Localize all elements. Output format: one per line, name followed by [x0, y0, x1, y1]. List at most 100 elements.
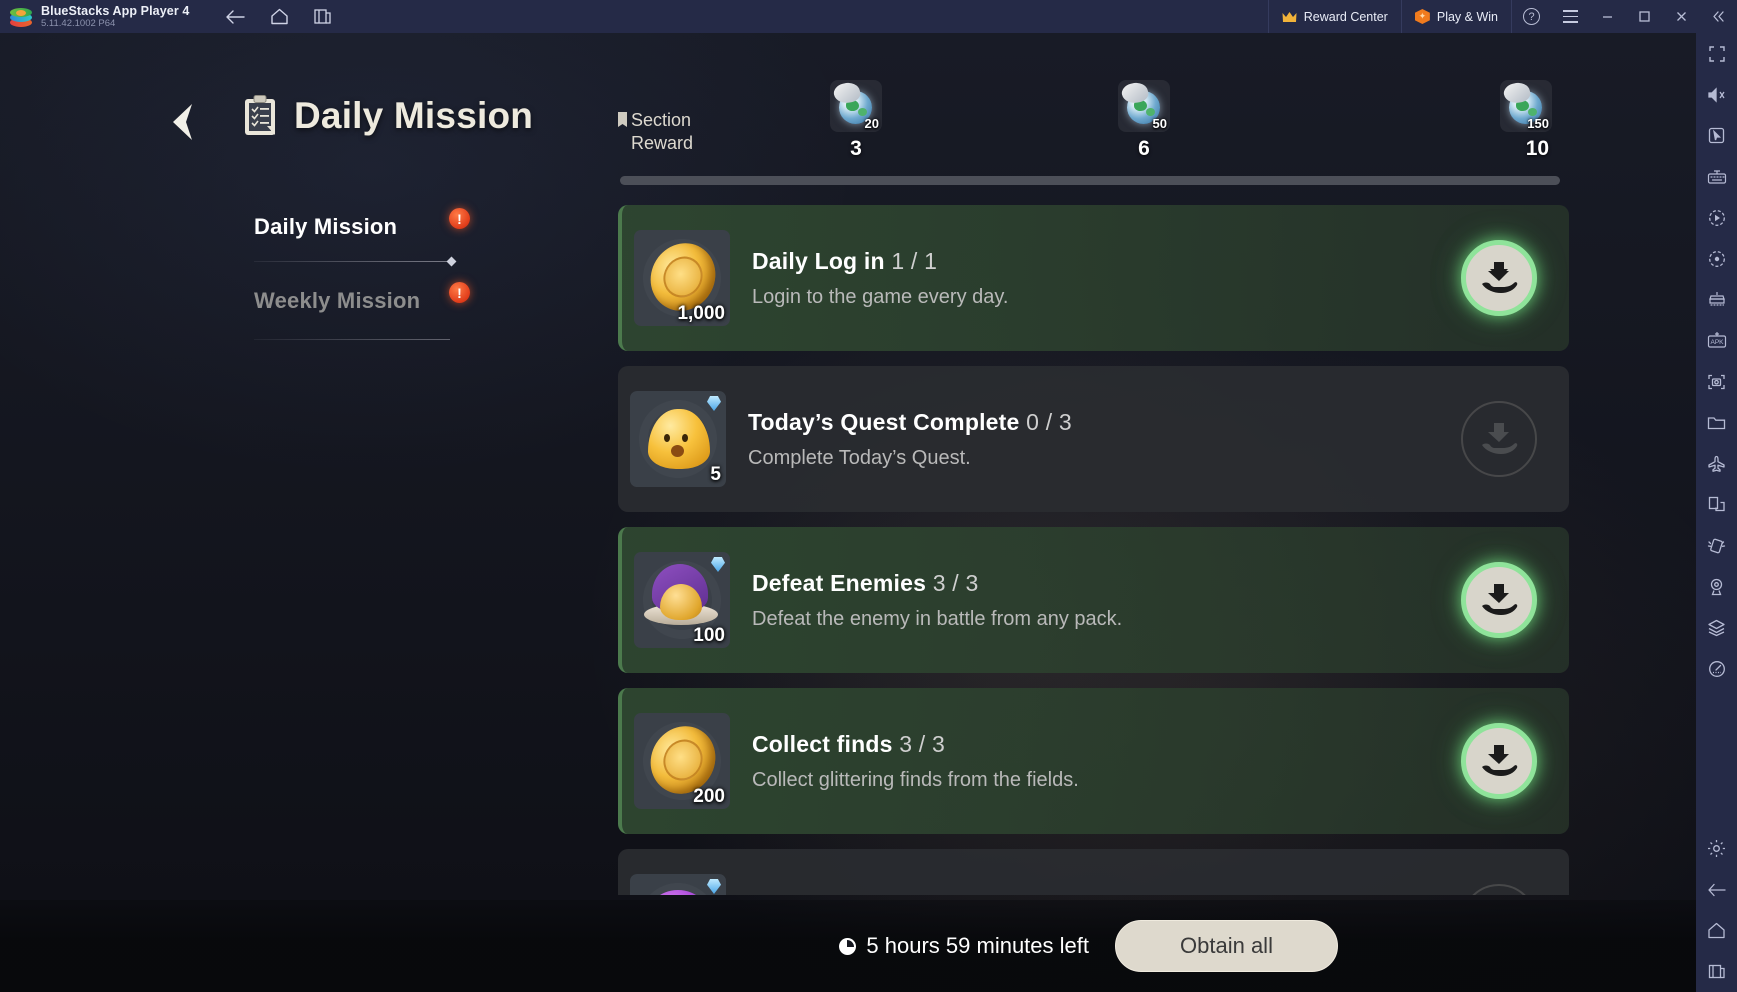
claim-reward-button	[1461, 401, 1537, 477]
title-bar: BlueStacks App Player 4 5.11.42.1002 P64…	[0, 0, 1737, 33]
claim-reward-button	[1461, 884, 1537, 895]
mute-icon[interactable]	[1696, 74, 1737, 115]
play-and-win-button[interactable]: ✦ Play & Win	[1400, 0, 1511, 33]
reward-quantity: 100	[693, 625, 725, 646]
screen-record-icon[interactable]	[1696, 238, 1737, 279]
mission-row[interactable]: 5 Today’s Quest Complete 0 / 3 Complete …	[618, 366, 1569, 512]
back-icon[interactable]	[1696, 869, 1737, 910]
app-title-block: BlueStacks App Player 4 5.11.42.1002 P64	[41, 4, 189, 30]
titlebar-nav-group	[225, 7, 333, 27]
progress-bar-background	[620, 176, 1560, 185]
world-orb-icon: 150	[1500, 80, 1552, 132]
section-reward-label: Section Reward	[618, 109, 723, 155]
fullscreen-icon[interactable]	[1696, 33, 1737, 74]
claim-reward-button[interactable]	[1461, 562, 1537, 638]
claim-reward-button[interactable]	[1461, 723, 1537, 799]
alert-badge-icon: !	[449, 208, 470, 229]
wizard-hat-icon	[644, 562, 718, 634]
recents-icon[interactable]	[1696, 951, 1737, 992]
milestone-3[interactable]: 150 10	[1500, 80, 1552, 160]
hamburger-icon	[1562, 8, 1578, 25]
mission-title: Daily Log in	[752, 247, 885, 274]
obtain-all-button[interactable]: Obtain all	[1115, 920, 1338, 972]
mission-reward-thumbnail: 100	[634, 552, 730, 648]
mission-title: Defeat Enemies	[752, 569, 927, 596]
mission-description: Login to the game every day.	[752, 285, 1009, 308]
tab-weekly-mission[interactable]: Weekly Mission !	[254, 279, 470, 323]
mission-description: Collect glittering finds from the fields…	[752, 768, 1079, 791]
clock-icon	[839, 937, 857, 955]
mission-reward-thumbnail: 200	[634, 713, 730, 809]
mission-row[interactable]: 1,000 Daily Log in 1 / 1 Login to the ga…	[618, 205, 1569, 351]
back-icon[interactable]	[225, 7, 246, 27]
section-reward-line2: Reward	[631, 133, 694, 153]
game-controls-icon[interactable]	[1696, 279, 1737, 320]
home-icon[interactable]	[1696, 910, 1737, 951]
tab-daily-mission[interactable]: Daily Mission !	[254, 205, 470, 249]
mission-row[interactable]: 200 Collect finds 3 / 3 Collect glitteri…	[618, 688, 1569, 834]
mission-description: Defeat the enemy in battle from any pack…	[752, 607, 1123, 630]
tab-underline	[254, 339, 450, 340]
crown-icon	[1282, 11, 1297, 23]
close-button[interactable]	[1663, 0, 1700, 33]
mission-description: Complete Today’s Quest.	[748, 446, 971, 469]
tab-daily-mission-label: Daily Mission	[254, 214, 398, 239]
collapse-sidebar-button[interactable]	[1700, 0, 1737, 33]
mission-title-row: Collect finds 3 / 3	[752, 731, 1461, 758]
macro-record-icon[interactable]	[1696, 197, 1737, 238]
help-button[interactable]: ?	[1511, 0, 1551, 33]
milestone-count: 6	[1138, 137, 1150, 160]
home-icon[interactable]	[269, 7, 289, 27]
cursor-icon[interactable]	[1696, 115, 1737, 156]
install-apk-icon[interactable]: APK	[1696, 320, 1737, 361]
bookmark-icon	[618, 112, 627, 127]
performance-icon[interactable]	[1696, 648, 1737, 689]
mission-text: Daily Log in 1 / 1 Login to the game eve…	[752, 248, 1461, 309]
play-and-win-label: Play & Win	[1436, 9, 1498, 24]
mission-title-row: Daily Log in 1 / 1	[752, 248, 1461, 275]
milestone-1[interactable]: 20 3	[830, 80, 882, 160]
layers-icon[interactable]	[1696, 607, 1737, 648]
bluestacks-window: BlueStacks App Player 4 5.11.42.1002 P64…	[0, 0, 1737, 992]
section-reward-track: 20 3 50 6 150 10	[620, 80, 1560, 185]
mission-progress: 1 / 1	[891, 247, 938, 274]
location-icon[interactable]	[1696, 566, 1737, 607]
menu-button[interactable]	[1551, 0, 1589, 33]
media-manager-icon[interactable]	[1696, 402, 1737, 443]
multi-window-icon[interactable]	[1696, 484, 1737, 525]
milestone-qty: 50	[1152, 116, 1167, 131]
mission-text: Today’s Quest Complete 0 / 3 Complete To…	[748, 409, 1461, 470]
back-button[interactable]	[166, 101, 200, 143]
airplane-icon[interactable]	[1696, 443, 1737, 484]
reward-center-button[interactable]: Reward Center	[1267, 0, 1401, 33]
mission-progress: 3 / 3	[899, 730, 945, 757]
keyboard-controls-icon[interactable]	[1696, 156, 1737, 197]
world-orb-icon: 20	[830, 80, 882, 132]
mission-text: Collect finds 3 / 3 Collect glittering f…	[752, 731, 1461, 792]
maximize-button[interactable]	[1626, 0, 1663, 33]
mission-row[interactable]: 100 Defeat Enemies 3 / 3 Defeat the enem…	[618, 527, 1569, 673]
mission-tabs: Daily Mission ! Weekly Mission !	[254, 205, 470, 340]
claim-hand-icon	[1482, 261, 1518, 293]
bluestacks-sidebar: APK	[1696, 33, 1737, 992]
milestone-2[interactable]: 50 6	[1118, 80, 1170, 160]
mission-title: Collect finds	[752, 730, 893, 757]
page-title: Daily Mission	[294, 95, 534, 136]
clipboard-icon	[243, 95, 277, 137]
shake-icon[interactable]	[1696, 525, 1737, 566]
milestone-qty: 150	[1527, 116, 1549, 131]
mission-progress: 0 / 3	[1026, 408, 1072, 435]
reward-quantity: 200	[693, 786, 725, 807]
app-version: 5.11.42.1002 P64	[41, 17, 116, 29]
multi-instance-icon[interactable]	[313, 7, 333, 27]
claim-reward-button[interactable]	[1461, 240, 1537, 316]
mission-row[interactable]: Capture Twing Glutti 0 / 1	[618, 849, 1569, 895]
screenshot-icon[interactable]	[1696, 361, 1737, 402]
game-viewport: Daily Mission Section Reward 20 3 50 6 1…	[0, 33, 1696, 992]
mission-reward-thumbnail	[630, 874, 726, 895]
settings-icon[interactable]	[1696, 828, 1737, 869]
minimize-button[interactable]	[1589, 0, 1626, 33]
milestone-qty: 20	[864, 116, 879, 131]
milestone-count: 10	[1525, 137, 1550, 160]
mission-list[interactable]: 1,000 Daily Log in 1 / 1 Login to the ga…	[618, 205, 1569, 895]
